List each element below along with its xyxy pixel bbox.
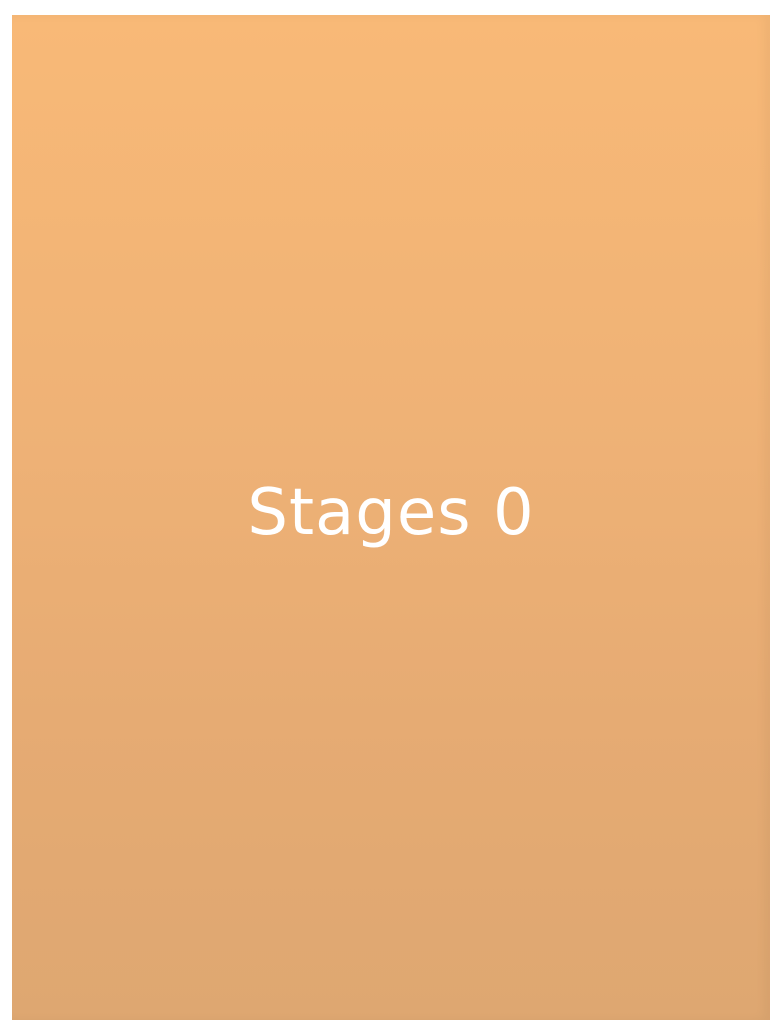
stage-card: Stages 0 [12,15,770,1020]
stage-title: Stages 0 [247,476,535,550]
